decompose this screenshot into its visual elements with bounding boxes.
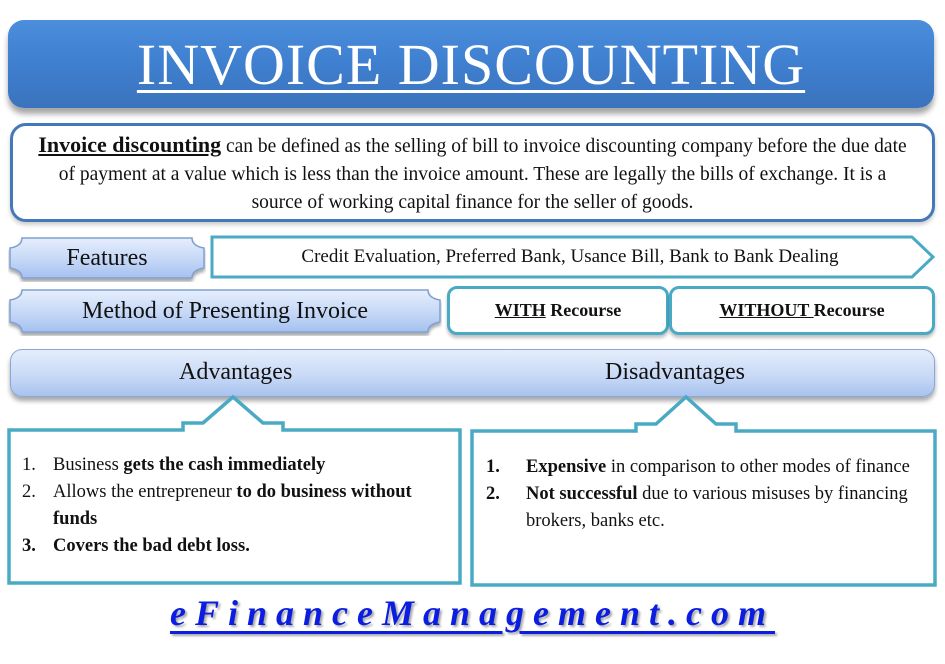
item-text: Allows the entrepreneur xyxy=(53,482,237,502)
item-text: Business xyxy=(53,455,124,475)
definition-term: Invoice discounting xyxy=(38,132,222,157)
list-item: 2. Not successful due to various misuses… xyxy=(486,481,926,535)
features-value-text: Credit Evaluation, Preferred Bank, Usanc… xyxy=(301,246,839,267)
list-item: 1. Expensive in comparison to other mode… xyxy=(486,454,926,481)
without-recourse-box: WITHOUT Recourse xyxy=(669,286,935,335)
with-recourse-keyword: WITH xyxy=(494,300,546,320)
without-recourse-keyword: WITHOUT xyxy=(719,300,814,320)
method-label-text: Method of Presenting Invoice xyxy=(82,297,368,324)
item-number: 1. xyxy=(22,455,36,475)
features-label: Features xyxy=(8,236,206,280)
footer: eFinanceManagement.com xyxy=(0,592,945,634)
features-label-text: Features xyxy=(66,244,148,271)
item-bold-text: Expensive xyxy=(526,457,607,477)
advantages-list: 1. Business gets the cash immediately 2.… xyxy=(22,452,452,560)
title-banner: INVOICE DISCOUNTING xyxy=(8,20,934,108)
advantages-disadvantages-bar: Advantages Disadvantages xyxy=(10,349,935,397)
without-recourse-rest: Recourse xyxy=(813,300,885,320)
with-recourse-box: WITH Recourse xyxy=(447,286,669,335)
definition-box: Invoice discounting can be defined as th… xyxy=(10,123,935,222)
advantages-heading: Advantages xyxy=(179,359,293,385)
item-bold-text: Not successful xyxy=(526,484,638,504)
list-item: 3. Covers the bad debt loss. xyxy=(22,533,452,560)
item-text: in comparison to other modes of finance xyxy=(606,457,910,477)
website-link[interactable]: eFinanceManagement.com xyxy=(170,593,775,633)
disadvantages-list: 1. Expensive in comparison to other mode… xyxy=(486,454,926,535)
item-number: 2. xyxy=(22,482,36,502)
item-bold-text: Covers the bad debt loss. xyxy=(53,536,250,556)
disadvantages-heading: Disadvantages xyxy=(605,359,745,385)
list-item: 2. Allows the entrepreneur to do busines… xyxy=(22,479,452,533)
item-number: 3. xyxy=(22,536,36,556)
list-item: 1. Business gets the cash immediately xyxy=(22,452,452,479)
item-number: 1. xyxy=(486,457,500,477)
page-title: INVOICE DISCOUNTING xyxy=(136,31,806,97)
item-number: 2. xyxy=(486,484,500,504)
with-recourse-rest: Recourse xyxy=(545,300,622,320)
features-value-box: Credit Evaluation, Preferred Bank, Usanc… xyxy=(210,235,936,279)
item-bold-text: gets the cash immediately xyxy=(123,455,326,475)
method-label: Method of Presenting Invoice xyxy=(8,288,442,334)
